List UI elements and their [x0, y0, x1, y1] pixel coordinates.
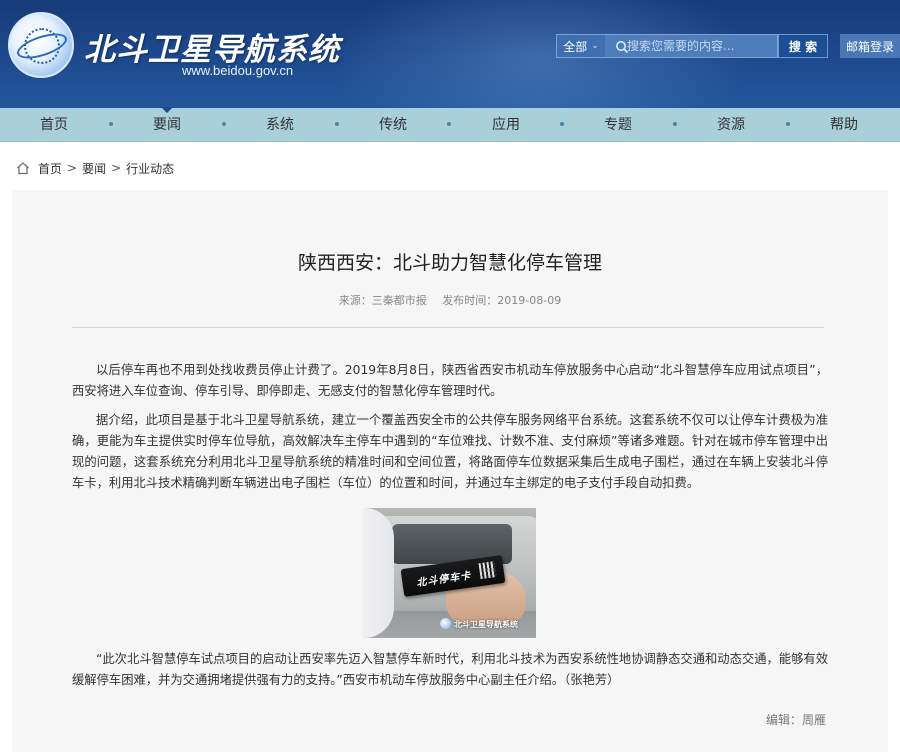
article-paragraph: “此次北斗智慧停车试点项目的启动让西安率先迈入智慧停车新时代，利用北斗技术为西安… — [72, 652, 828, 687]
article-editor: 编辑：周雁 — [765, 713, 826, 727]
nav-item-system[interactable]: 系统 — [266, 108, 294, 142]
photo-sleeve — [362, 508, 394, 638]
nav-item-topics[interactable]: 专题 — [604, 108, 632, 142]
watermark-logo-icon — [440, 618, 451, 629]
article-paragraph: 以后停车再也不用到处找收费员停止计费了。2019年8月8日，陕西省西安市机动车停… — [72, 363, 828, 398]
chevron-down-icon: ⌄ — [591, 41, 599, 51]
nav-item-resources[interactable]: 资源 — [717, 108, 745, 142]
breadcrumb-industry[interactable]: 行业动态 — [126, 160, 174, 177]
nav-separator-dot — [222, 122, 226, 126]
search-icon — [616, 41, 629, 54]
nav-separator-dot — [335, 122, 339, 126]
search-input[interactable] — [605, 35, 777, 57]
photo-watermark: 北斗卫星导航系统 — [454, 620, 518, 629]
nav-separator-dot — [560, 122, 564, 126]
breadcrumb-separator: > — [111, 161, 122, 175]
search-scope-label: 全部 — [563, 39, 588, 54]
article-meta: 来源：三秦都市报 发布时间：2019-08-09 — [12, 292, 888, 308]
mail-login-button[interactable]: 邮箱登录 — [840, 34, 900, 58]
article-photo: 北斗停车卡 北斗卫星导航系统 — [362, 508, 536, 638]
main-nav: 首页 要闻 系统 传统 应用 专题 资源 帮助 — [0, 107, 900, 142]
title-divider — [72, 327, 824, 328]
beidou-logo-icon[interactable] — [8, 12, 74, 78]
article-paragraph: 据介绍，此项目是基于北斗卫星导航系统，建立一个覆盖西安全市的公共停车服务网络平台… — [72, 413, 828, 490]
nav-item-application[interactable]: 应用 — [492, 108, 520, 142]
nav-item-help[interactable]: 帮助 — [830, 108, 858, 142]
breadcrumb-home[interactable]: 首页 — [38, 160, 62, 177]
parking-card-label: 北斗停车卡 — [415, 570, 472, 590]
site-url: www.beidou.gov.cn — [182, 63, 294, 78]
breadcrumb: 首页 > 要闻 > 行业动态 — [16, 159, 174, 177]
nav-separator-dot — [786, 122, 790, 126]
search-button[interactable]: 搜 索 — [778, 34, 828, 58]
site-header: 北斗卫星导航系统 www.beidou.gov.cn 全部 ⌄ 搜 索 邮箱登录 — [0, 0, 900, 108]
nav-item-home[interactable]: 首页 — [40, 108, 68, 142]
nav-separator-dot — [109, 122, 113, 126]
nav-item-news[interactable]: 要闻 — [153, 108, 181, 142]
search-box: 全部 ⌄ — [556, 34, 778, 58]
nav-item-tradition[interactable]: 传统 — [379, 108, 407, 142]
article-title: 陕西西安：北斗助力智慧化停车管理 — [297, 252, 602, 274]
breadcrumb-news[interactable]: 要闻 — [82, 160, 106, 177]
article-container: 陕西西安：北斗助力智慧化停车管理 来源：三秦都市报 发布时间：2019-08-0… — [12, 190, 888, 752]
home-icon[interactable] — [16, 161, 30, 175]
breadcrumb-separator: > — [67, 161, 78, 175]
article-date: 发布时间：2019-08-09 — [442, 294, 562, 307]
nav-separator-dot — [673, 122, 677, 126]
qr-code-icon — [478, 561, 497, 580]
article-source: 来源：三秦都市报 — [338, 294, 427, 307]
search-scope-select[interactable]: 全部 ⌄ — [557, 35, 605, 57]
nav-separator-dot — [447, 122, 451, 126]
